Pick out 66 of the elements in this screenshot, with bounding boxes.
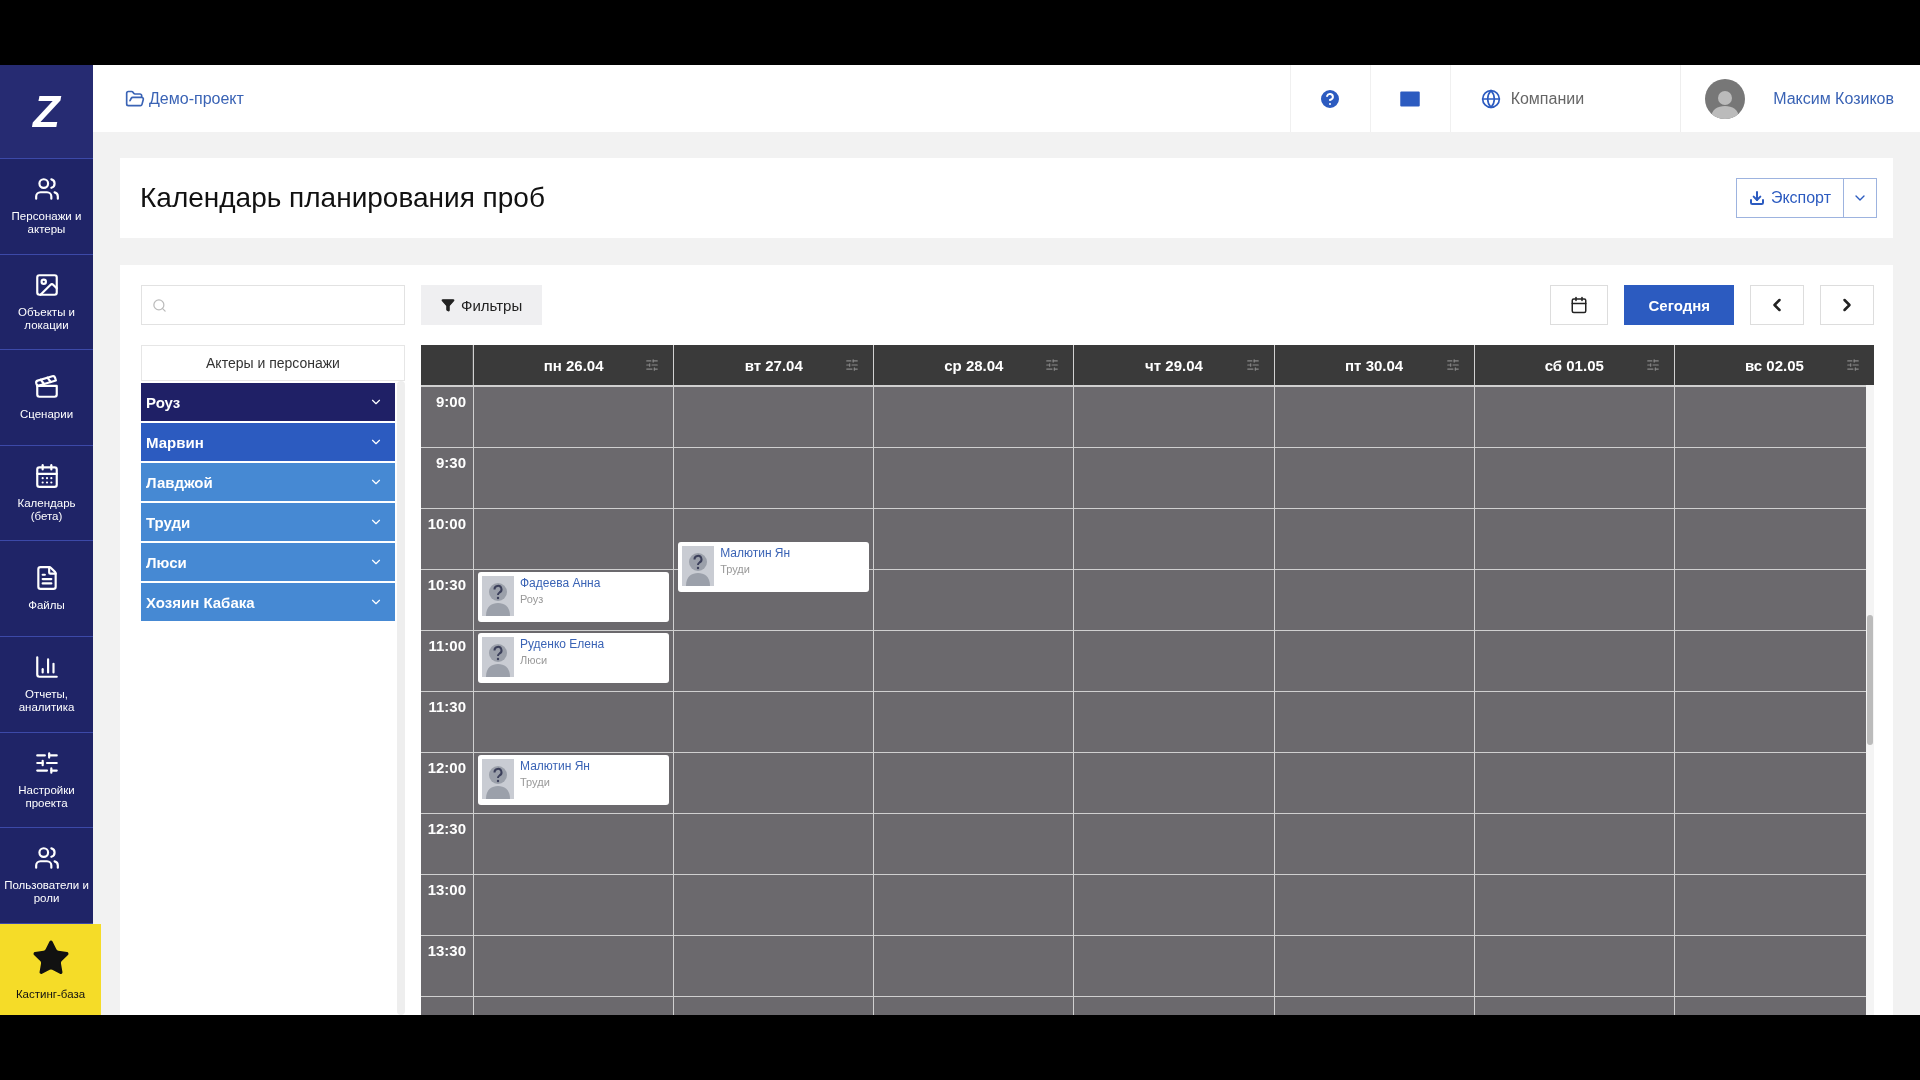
actor-name-link[interactable]: Малютин Ян (520, 759, 590, 773)
role-item[interactable]: Лавджой (141, 463, 395, 501)
scrollbar[interactable] (1866, 385, 1874, 1015)
calendar-icon (1570, 296, 1589, 314)
actor-name-link[interactable]: Фадеева Анна (520, 576, 601, 590)
app-logo[interactable]: Z (0, 65, 93, 160)
event-card[interactable]: Руденко Елена Люси (478, 633, 670, 683)
previous-button[interactable] (1750, 285, 1804, 325)
search-field[interactable] (141, 285, 405, 325)
user-name-link[interactable]: Максим Козиков (1773, 89, 1894, 108)
calendar-picker-button[interactable] (1550, 285, 1609, 325)
avatar-placeholder-icon (482, 759, 514, 799)
sidebar-item-icon (33, 654, 60, 681)
sidebar-item-icon (33, 271, 60, 298)
role-item[interactable]: Марвин (141, 423, 395, 461)
sliders-icon[interactable] (1645, 358, 1660, 372)
sliders-icon[interactable] (1846, 358, 1860, 372)
sidebar-item-icon (33, 373, 60, 400)
sidebar-item[interactable]: Объекты и локации (0, 254, 93, 351)
companies-link[interactable]: Компании (1449, 65, 1682, 132)
sidebar-item[interactable]: Календарь (бета) (0, 445, 93, 542)
next-button[interactable] (1820, 285, 1874, 325)
page-title: Календарь планирования проб (140, 182, 546, 214)
casting-base-button[interactable]: Кастинг-база (0, 923, 101, 1015)
actor-name-link[interactable]: Руденко Елена (520, 637, 605, 651)
sliders-icon[interactable] (645, 358, 660, 372)
event-card[interactable]: Малютин Ян Труди (678, 541, 870, 592)
role-item[interactable]: Труди (141, 503, 395, 541)
event-card[interactable]: Фадеева Анна Роуз (478, 572, 670, 622)
scrollbar[interactable] (397, 381, 405, 1015)
sliders-icon[interactable] (1445, 358, 1460, 372)
role-name: Труди (720, 562, 751, 575)
role-item[interactable]: Хозяин Кабака (141, 583, 395, 621)
folder-icon (125, 88, 145, 109)
sidebar-item[interactable]: Персонажи и актеры (0, 159, 93, 255)
sliders-icon[interactable] (1245, 358, 1260, 372)
event-card[interactable]: Малютин Ян Труди (478, 755, 670, 805)
sidebar-item[interactable]: Пользователи и роли (0, 828, 93, 924)
avatar-placeholder-icon (482, 576, 514, 616)
role-name: Роуз (520, 593, 545, 605)
sidebar-item-icon (33, 845, 60, 872)
sidebar-item-icon (33, 462, 60, 489)
filters-button[interactable]: Фильтры (421, 285, 543, 325)
sliders-icon[interactable] (845, 358, 860, 372)
sidebar-item[interactable]: Файлы (0, 541, 93, 637)
user-avatar[interactable] (1705, 78, 1746, 119)
actor-name-link[interactable]: Малютин Ян (720, 545, 791, 560)
role-name: Люси (520, 654, 549, 666)
sliders-icon[interactable] (1045, 358, 1060, 372)
sidebar-item-icon (33, 176, 60, 203)
role-name: Труди (520, 776, 551, 788)
sidebar-item[interactable]: Сценарии (0, 350, 93, 446)
role-item[interactable]: Люси (141, 543, 395, 581)
filter-icon (441, 298, 455, 312)
project-link[interactable]: Демо-проект (125, 88, 244, 109)
avatar-placeholder-icon (682, 545, 715, 586)
today-button[interactable]: Сегодня (1624, 285, 1734, 325)
download-icon (1748, 190, 1765, 206)
role-item[interactable]: Роуз (141, 383, 395, 421)
avatar-placeholder-icon (482, 637, 514, 677)
globe-icon (1480, 88, 1501, 109)
roles-heading: Актеры и персонажи (141, 345, 405, 381)
sidebar-item-icon (33, 749, 60, 776)
search-icon (152, 297, 167, 313)
sidebar-item[interactable]: Настройки проекта (0, 732, 93, 829)
sidebar-item[interactable]: Отчеты, аналитика (0, 637, 93, 733)
